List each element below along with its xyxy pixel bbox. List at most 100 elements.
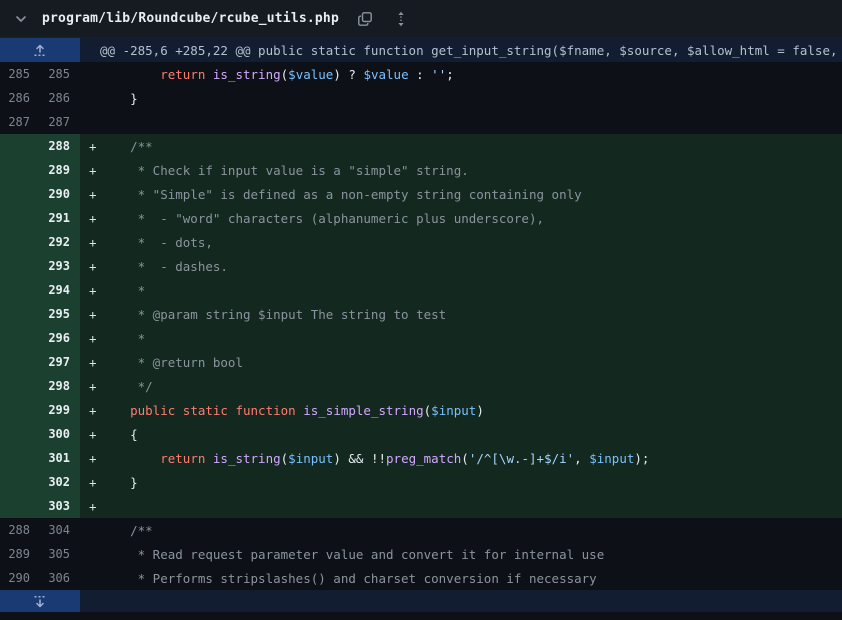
diff-line: 300+ { bbox=[0, 422, 842, 446]
new-line-number[interactable]: 286 bbox=[40, 86, 80, 110]
code-content: public static function is_simple_string(… bbox=[100, 398, 842, 422]
copy-icon bbox=[357, 11, 373, 27]
new-line-number[interactable]: 288 bbox=[40, 134, 80, 158]
expand-down-icon bbox=[32, 595, 48, 608]
file-path: program/lib/Roundcube/rcube_utils.php bbox=[42, 11, 339, 26]
diff-marker: + bbox=[80, 158, 100, 182]
new-line-number[interactable]: 290 bbox=[40, 182, 80, 206]
diff-marker bbox=[80, 518, 100, 542]
old-line-number[interactable] bbox=[0, 446, 40, 470]
diff-marker: + bbox=[80, 326, 100, 350]
code-content: /** bbox=[100, 518, 842, 542]
diff-marker: + bbox=[80, 422, 100, 446]
new-line-number[interactable]: 303 bbox=[40, 494, 80, 518]
hunk-header: @@ -285,6 +285,22 @@ public static funct… bbox=[80, 38, 842, 62]
new-line-number[interactable]: 300 bbox=[40, 422, 80, 446]
diff-line: 287287 bbox=[0, 110, 842, 134]
diff-line: 290+ * "Simple" is defined as a non-empt… bbox=[0, 182, 842, 206]
new-line-number[interactable]: 305 bbox=[40, 542, 80, 566]
old-line-number[interactable] bbox=[0, 422, 40, 446]
diff-marker: + bbox=[80, 230, 100, 254]
old-line-number[interactable] bbox=[0, 134, 40, 158]
new-line-number[interactable]: 293 bbox=[40, 254, 80, 278]
code-content bbox=[100, 110, 842, 134]
code-content: * - dots, bbox=[100, 230, 842, 254]
old-line-number[interactable] bbox=[0, 350, 40, 374]
old-line-number[interactable] bbox=[0, 326, 40, 350]
old-line-number[interactable]: 285 bbox=[0, 62, 40, 86]
new-line-number[interactable]: 285 bbox=[40, 62, 80, 86]
new-line-number[interactable]: 295 bbox=[40, 302, 80, 326]
diff-line: 289+ * Check if input value is a "simple… bbox=[0, 158, 842, 182]
new-line-number[interactable]: 304 bbox=[40, 518, 80, 542]
old-line-number[interactable] bbox=[0, 302, 40, 326]
code-content bbox=[100, 494, 842, 518]
old-line-number[interactable] bbox=[0, 278, 40, 302]
diff-marker: + bbox=[80, 350, 100, 374]
diff-marker: + bbox=[80, 494, 100, 518]
old-line-number[interactable] bbox=[0, 206, 40, 230]
diff-line: 288304 /** bbox=[0, 518, 842, 542]
new-line-number[interactable]: 291 bbox=[40, 206, 80, 230]
new-line-number[interactable]: 301 bbox=[40, 446, 80, 470]
old-line-number[interactable] bbox=[0, 182, 40, 206]
new-line-number[interactable]: 302 bbox=[40, 470, 80, 494]
collapse-file-button[interactable] bbox=[12, 10, 30, 28]
old-line-number[interactable] bbox=[0, 158, 40, 182]
copy-path-button[interactable] bbox=[355, 9, 375, 29]
diff-line: 295+ * @param string $input The string t… bbox=[0, 302, 842, 326]
old-line-number[interactable]: 287 bbox=[0, 110, 40, 134]
diff-marker: + bbox=[80, 302, 100, 326]
old-line-number[interactable]: 286 bbox=[0, 86, 40, 110]
new-line-number[interactable]: 306 bbox=[40, 566, 80, 590]
code-content: } bbox=[100, 470, 842, 494]
expand-all-button[interactable] bbox=[391, 9, 411, 29]
diff-marker: + bbox=[80, 278, 100, 302]
diff-marker bbox=[80, 542, 100, 566]
diff-line: 293+ * - dashes. bbox=[0, 254, 842, 278]
old-line-number[interactable] bbox=[0, 470, 40, 494]
code-content: /** bbox=[100, 134, 842, 158]
diff-marker: + bbox=[80, 470, 100, 494]
code-content: * bbox=[100, 326, 842, 350]
expand-row-fill bbox=[80, 590, 842, 612]
diff-line: 302+ } bbox=[0, 470, 842, 494]
old-line-number[interactable]: 288 bbox=[0, 518, 40, 542]
diff-lines: 285285 return is_string($value) ? $value… bbox=[0, 62, 842, 590]
new-line-number[interactable]: 287 bbox=[40, 110, 80, 134]
new-line-number[interactable]: 298 bbox=[40, 374, 80, 398]
code-content: { bbox=[100, 422, 842, 446]
diff-viewer: program/lib/Roundcube/rcube_utils.php bbox=[0, 0, 842, 612]
old-line-number[interactable] bbox=[0, 254, 40, 278]
new-line-number[interactable]: 299 bbox=[40, 398, 80, 422]
diff-line: 294+ * bbox=[0, 278, 842, 302]
diff-marker: + bbox=[80, 254, 100, 278]
diff-marker: + bbox=[80, 374, 100, 398]
diff-line: 285285 return is_string($value) ? $value… bbox=[0, 62, 842, 86]
expand-up-icon bbox=[32, 44, 48, 57]
new-line-number[interactable]: 294 bbox=[40, 278, 80, 302]
code-content: * @param string $input The string to tes… bbox=[100, 302, 842, 326]
old-line-number[interactable] bbox=[0, 494, 40, 518]
code-content: * bbox=[100, 278, 842, 302]
new-line-number[interactable]: 292 bbox=[40, 230, 80, 254]
chevron-down-icon bbox=[14, 12, 28, 26]
diff-marker bbox=[80, 566, 100, 590]
old-line-number[interactable] bbox=[0, 398, 40, 422]
diff-line: 299+ public static function is_simple_st… bbox=[0, 398, 842, 422]
old-line-number[interactable] bbox=[0, 374, 40, 398]
code-content: * - "word" characters (alphanumeric plus… bbox=[100, 206, 842, 230]
expand-down-button[interactable] bbox=[0, 590, 80, 612]
old-line-number[interactable] bbox=[0, 230, 40, 254]
diff-line: 292+ * - dots, bbox=[0, 230, 842, 254]
old-line-number[interactable]: 289 bbox=[0, 542, 40, 566]
diff-line: 297+ * @return bool bbox=[0, 350, 842, 374]
expand-up-button[interactable] bbox=[0, 38, 80, 62]
new-line-number[interactable]: 296 bbox=[40, 326, 80, 350]
hunk-row: @@ -285,6 +285,22 @@ public static funct… bbox=[0, 38, 842, 62]
new-line-number[interactable]: 289 bbox=[40, 158, 80, 182]
new-line-number[interactable]: 297 bbox=[40, 350, 80, 374]
code-content: * - dashes. bbox=[100, 254, 842, 278]
diff-marker: + bbox=[80, 182, 100, 206]
old-line-number[interactable]: 290 bbox=[0, 566, 40, 590]
